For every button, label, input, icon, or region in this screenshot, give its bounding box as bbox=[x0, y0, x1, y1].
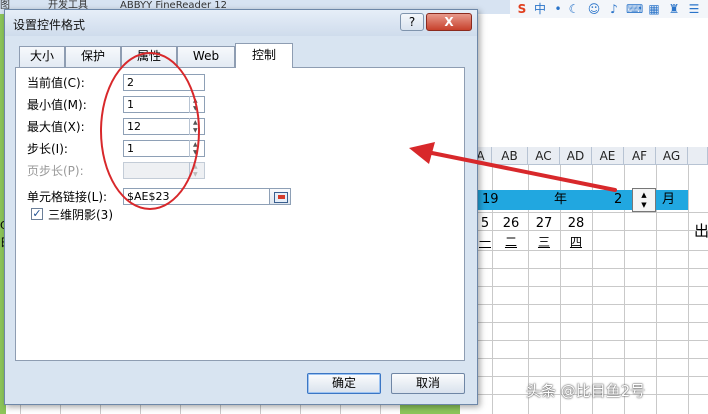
3d-shading-label: 三维阴影(3) bbox=[48, 208, 113, 222]
month-spinner[interactable]: ▲ ▼ bbox=[632, 188, 656, 212]
tab-size[interactable]: 大小 bbox=[19, 46, 65, 67]
watermark: 头条 @比目鱼2号 bbox=[526, 382, 646, 400]
page-step-label: 页步长(P): bbox=[27, 164, 84, 178]
tab-protection[interactable]: 保护 bbox=[65, 46, 121, 67]
menu-icon[interactable]: ☰ bbox=[686, 0, 702, 18]
current-value-label: 当前值(C): bbox=[27, 76, 85, 90]
annotation-arrow-icon bbox=[409, 142, 617, 192]
moon-icon[interactable]: ☾ bbox=[566, 0, 582, 18]
column-header-blank[interactable] bbox=[688, 147, 708, 165]
grid-line bbox=[470, 286, 708, 287]
help-button[interactable]: ? bbox=[400, 13, 424, 31]
chinese-mode-toggle[interactable]: 中 bbox=[532, 0, 548, 18]
highlight-ellipse bbox=[100, 52, 200, 210]
dot-icon[interactable]: • bbox=[550, 0, 566, 18]
tab-web[interactable]: Web bbox=[177, 46, 235, 67]
right-cell-text: 出 bbox=[694, 222, 708, 240]
grid-line bbox=[470, 322, 708, 323]
tab-control[interactable]: 控制 bbox=[235, 43, 293, 68]
format-control-dialog: 设置控件格式 ? X 大小 保护 属性 Web 控制 当前值(C): 2 最小值… bbox=[4, 9, 478, 405]
grid-line bbox=[470, 212, 708, 213]
spinner-down-icon[interactable]: ▼ bbox=[634, 200, 654, 210]
grid-line bbox=[470, 304, 708, 305]
collapse-dialog-button[interactable] bbox=[269, 188, 291, 205]
grid-line bbox=[470, 358, 708, 359]
keyboard-icon[interactable]: ⌨ bbox=[626, 0, 643, 18]
3d-shading-checkbox[interactable]: ✓ bbox=[31, 208, 43, 220]
day-cell: 26 bbox=[502, 216, 520, 231]
step-label: 步长(I): bbox=[27, 142, 68, 156]
close-button[interactable]: X bbox=[426, 13, 472, 31]
grid-icon[interactable]: ▦ bbox=[646, 0, 662, 18]
ok-button[interactable]: 确定 bbox=[307, 373, 381, 394]
sogou-logo-icon[interactable]: S bbox=[514, 0, 530, 18]
ime-toolbar: S 中 • ☾ ☺ ♪ ⌨ ▦ ♜ ☰ bbox=[510, 0, 708, 18]
mic-icon[interactable]: ♪ bbox=[606, 0, 622, 18]
stepper-down-icon: ▼ bbox=[193, 171, 198, 178]
weekday-cell: 二 bbox=[504, 235, 517, 249]
max-value-label: 最大值(X): bbox=[27, 120, 85, 134]
month-label: 月 bbox=[662, 192, 676, 207]
grid-line bbox=[470, 376, 708, 377]
grid-line bbox=[470, 268, 708, 269]
day-cell: 27 bbox=[535, 216, 553, 231]
column-header-ag[interactable]: AG bbox=[656, 147, 688, 165]
grid-line bbox=[470, 340, 708, 341]
column-header-af[interactable]: AF bbox=[624, 147, 656, 165]
dialog-title: 设置控件格式 bbox=[13, 18, 86, 32]
day-cell: 28 bbox=[567, 216, 585, 231]
spinner-up-icon[interactable]: ▲ bbox=[634, 190, 654, 200]
cancel-button[interactable]: 取消 bbox=[391, 373, 465, 394]
grid-line bbox=[470, 250, 708, 251]
weekday-cell: 三 bbox=[537, 235, 550, 249]
cell-link-label: 单元格链接(L): bbox=[27, 190, 108, 204]
weekday-cell: 四 bbox=[569, 235, 582, 249]
min-value-label: 最小值(M): bbox=[27, 98, 87, 112]
shirt-icon[interactable]: ♜ bbox=[666, 0, 682, 18]
smile-icon[interactable]: ☺ bbox=[586, 0, 602, 18]
